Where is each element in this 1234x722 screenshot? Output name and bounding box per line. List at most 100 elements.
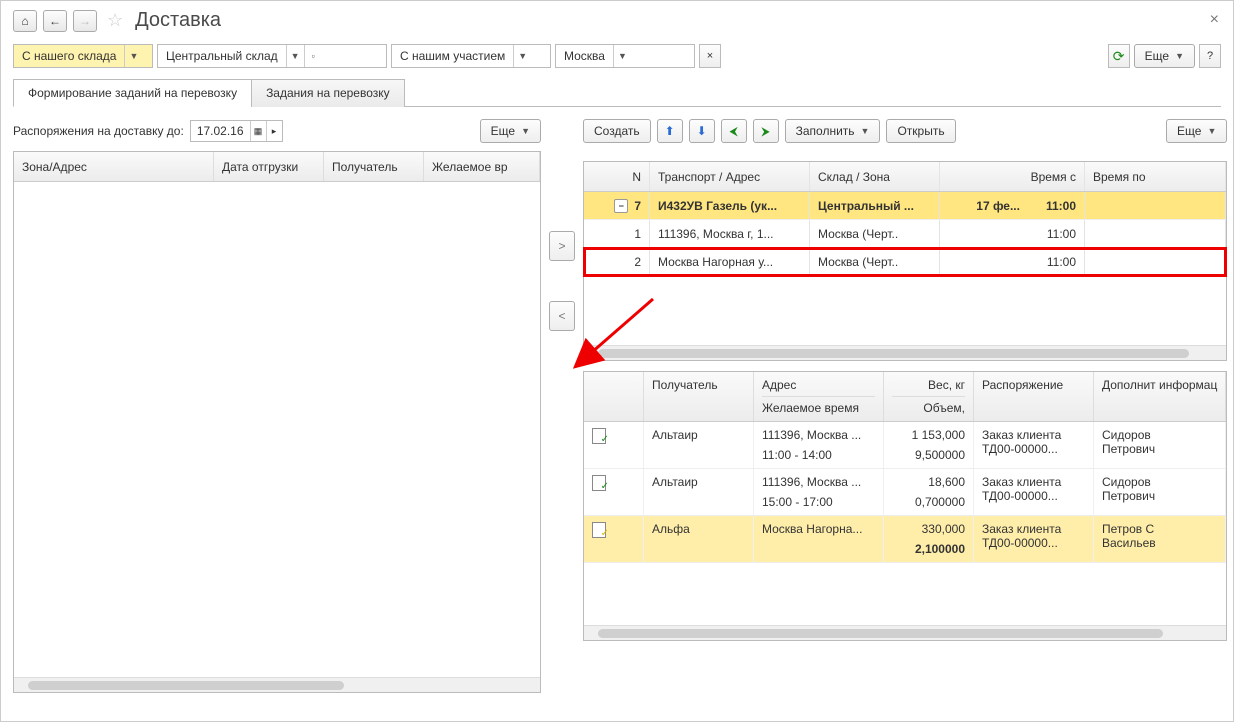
calendar-icon[interactable]: ▦	[250, 121, 266, 141]
col-address[interactable]: Адрес	[762, 378, 875, 392]
shift-right-button[interactable]: ⮞	[753, 119, 779, 143]
chevron-down-icon[interactable]: ▼	[613, 45, 631, 67]
col-time-to[interactable]: Время по	[1085, 162, 1226, 191]
cell-weight: 1 153,000	[892, 428, 965, 442]
group-n: 7	[634, 199, 641, 213]
col-weight[interactable]: Вес, кг	[892, 378, 965, 392]
h-scrollbar[interactable]	[14, 677, 540, 692]
right-more-button[interactable]: Еще ▼	[1166, 119, 1227, 143]
cell-order2: ТД00-00000...	[982, 442, 1085, 456]
move-left-button[interactable]: <	[549, 301, 575, 331]
transport-row[interactable]: 1 111396, Москва г, 1... Москва (Черт.. …	[584, 220, 1226, 248]
more-label: Еще	[491, 124, 515, 138]
h-scrollbar[interactable]	[584, 345, 1226, 360]
row-sklad: Москва (Черт..	[810, 220, 940, 247]
cell-order1: Заказ клиента	[982, 428, 1085, 442]
left-more-button[interactable]: Еще ▼	[480, 119, 541, 143]
col-transport[interactable]: Транспорт / Адрес	[650, 162, 810, 191]
cell-extra2: Петрович	[1102, 442, 1217, 456]
col-zone[interactable]: Зона/Адрес	[14, 152, 214, 181]
cell-extra1: Сидоров	[1102, 475, 1217, 489]
move-up-button[interactable]: ⬆	[657, 119, 683, 143]
until-date-value: 17.02.16	[191, 124, 250, 138]
col-icon	[584, 372, 644, 421]
more-button[interactable]: Еще ▼	[1134, 44, 1195, 68]
col-ship-date[interactable]: Дата отгрузки	[214, 152, 324, 181]
open-dialog-icon[interactable]: ▫	[304, 45, 322, 67]
transport-group-row[interactable]: −7 И432УВ Газель (ук... Центральный ... …	[584, 192, 1226, 220]
tab-form-tasks[interactable]: Формирование заданий на перевозку	[13, 79, 252, 107]
city-combo[interactable]: Москва ▼	[555, 44, 695, 68]
home-button[interactable]: ⌂	[13, 10, 37, 32]
cell-address: 111396, Москва ...	[762, 475, 875, 489]
open-button[interactable]: Открыть	[886, 119, 955, 143]
col-volume[interactable]: Объем,	[892, 396, 965, 415]
col-extra[interactable]: Дополнит информац	[1094, 372, 1226, 421]
row-sklad: Москва (Черт..	[810, 248, 940, 275]
collapse-icon[interactable]: −	[614, 199, 628, 213]
col-wished[interactable]: Желаемое время	[762, 396, 875, 415]
chevron-down-icon[interactable]: ▼	[124, 45, 142, 67]
orders-detail-table[interactable]: Получатель Адрес Желаемое время Вес, кг …	[583, 371, 1227, 641]
cell-volume: 9,500000	[892, 448, 965, 462]
stepper-icon[interactable]: ▸	[266, 121, 282, 141]
detail-row[interactable]: Альтаир 111396, Москва ... 15:00 - 17:00…	[584, 469, 1226, 516]
col-time-from[interactable]: Время с	[940, 162, 1085, 191]
cell-address: Москва Нагорна...	[762, 522, 875, 536]
col-n[interactable]: N	[584, 162, 650, 191]
fill-button[interactable]: Заполнить ▼	[785, 119, 881, 143]
transport-row-highlighted[interactable]: 2 Москва Нагорная у... Москва (Черт.. 11…	[584, 248, 1226, 276]
detail-row-selected[interactable]: Альфа Москва Нагорна... 330,000 2,100000…	[584, 516, 1226, 563]
col-recipient[interactable]: Получатель	[324, 152, 424, 181]
arrow-up-icon: ⬆	[665, 124, 675, 138]
cell-extra2: Васильев	[1102, 536, 1217, 550]
origin-value: С нашего склада	[14, 49, 124, 63]
until-date-input[interactable]: 17.02.16 ▦ ▸	[190, 120, 283, 142]
cell-order2: ТД00-00000...	[982, 489, 1085, 503]
close-button[interactable]: ×	[1210, 11, 1219, 29]
cell-address: 111396, Москва ...	[762, 428, 875, 442]
row-time: 11:00	[940, 248, 1085, 275]
chevron-down-icon: ▼	[861, 126, 870, 136]
col-sklad[interactable]: Склад / Зона	[810, 162, 940, 191]
warehouse-combo[interactable]: Центральный склад ▼ ▫	[157, 44, 387, 68]
group-sklad: Центральный ...	[810, 192, 940, 219]
h-scrollbar[interactable]	[584, 625, 1226, 640]
group-time: 11:00	[1046, 199, 1076, 213]
row-n: 2	[584, 248, 650, 275]
arrow-down-icon: ⬇	[697, 124, 707, 138]
chevron-down-icon: ▼	[1207, 126, 1216, 136]
row-transport: Москва Нагорная у...	[650, 248, 810, 275]
detail-row[interactable]: Альтаир 111396, Москва ... 11:00 - 14:00…	[584, 422, 1226, 469]
chevron-down-icon: ▼	[521, 126, 530, 136]
transport-table[interactable]: N Транспорт / Адрес Склад / Зона Время с…	[583, 161, 1227, 361]
cell-weight: 18,600	[892, 475, 965, 489]
group-transport: И432УВ Газель (ук...	[650, 192, 810, 219]
tab-transport-tasks[interactable]: Задания на перевозку	[251, 79, 405, 107]
chevron-down-icon[interactable]: ▼	[513, 45, 531, 67]
cell-recipient: Альтаир	[644, 469, 754, 515]
participation-combo[interactable]: С нашим участием ▼	[391, 44, 551, 68]
help-button[interactable]: ?	[1199, 44, 1221, 68]
chevron-down-icon[interactable]: ▼	[286, 45, 304, 67]
cell-weight: 330,000	[892, 522, 965, 536]
favorite-star-icon[interactable]: ☆	[107, 10, 123, 31]
cell-extra1: Петров С	[1102, 522, 1217, 536]
origin-combo[interactable]: С нашего склада ▼	[13, 44, 153, 68]
col-recipient[interactable]: Получатель	[652, 378, 745, 392]
move-down-button[interactable]: ⬇	[689, 119, 715, 143]
more-label: Еще	[1145, 49, 1169, 63]
forward-button[interactable]: →	[73, 10, 97, 32]
clear-city-button[interactable]: ×	[699, 44, 721, 68]
row-transport: 111396, Москва г, 1...	[650, 220, 810, 247]
refresh-button[interactable]: ⟳	[1108, 44, 1130, 68]
cell-extra1: Сидоров	[1102, 428, 1217, 442]
col-order[interactable]: Распоряжение	[974, 372, 1094, 421]
back-button[interactable]: ←	[43, 10, 67, 32]
shift-left-button[interactable]: ⮜	[721, 119, 747, 143]
col-wished-time[interactable]: Желаемое вр	[424, 152, 540, 181]
create-button[interactable]: Создать	[583, 119, 651, 143]
cell-volume: 0,700000	[892, 495, 965, 509]
move-right-button[interactable]: >	[549, 231, 575, 261]
orders-grid[interactable]: Зона/Адрес Дата отгрузки Получатель Жела…	[13, 151, 541, 693]
